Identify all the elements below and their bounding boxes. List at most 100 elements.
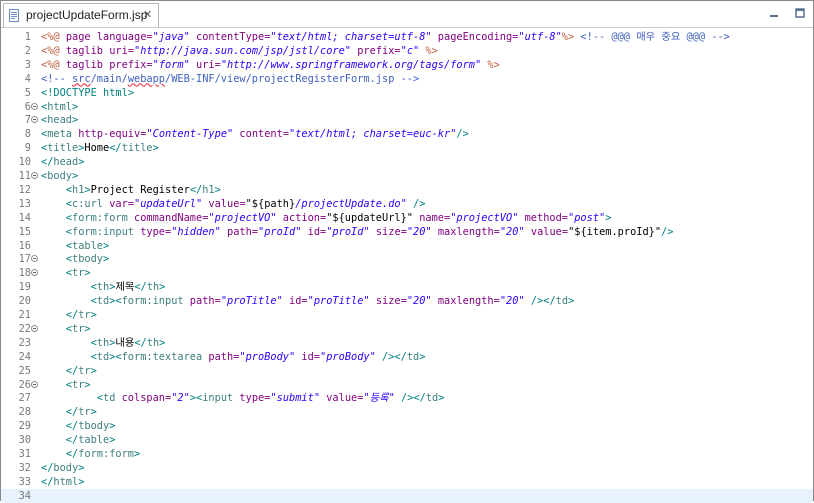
fold-toggle-icon[interactable] — [31, 116, 38, 124]
fold-toggle-icon[interactable] — [31, 324, 38, 332]
fold-toggle-icon[interactable] — [31, 102, 38, 110]
code-line[interactable]: 29 </tbody> — [1, 419, 813, 433]
code-token: < — [41, 183, 72, 196]
code-line[interactable]: 3 <%@ taglib prefix="form" uri="http://ww… — [1, 58, 813, 72]
code-line[interactable]: 28 </tr> — [1, 405, 813, 419]
code-token: Project Register — [90, 183, 190, 196]
line-number: 22 — [18, 322, 31, 335]
code-token: pageEncoding= — [431, 31, 519, 43]
code-editor[interactable]: 1 <%@ page language="java" contentType="t… — [1, 28, 813, 503]
code-line[interactable]: 5 <!DOCTYPE html> — [1, 86, 813, 100]
code-line[interactable]: 22 <tr> — [1, 322, 813, 336]
code-token: <%@ — [41, 58, 66, 71]
code-line[interactable]: 25 </tr> — [1, 364, 813, 378]
fold-toggle-icon[interactable] — [31, 255, 38, 263]
code-text: <!-- src/main/webapp/WEB-INF/view/projec… — [41, 72, 419, 86]
code-line[interactable]: 26 <tr> — [1, 378, 813, 392]
code-token: content= — [233, 128, 290, 141]
code-line[interactable]: 1 <%@ page language="java" contentType="t… — [1, 30, 813, 44]
code-line[interactable]: 11 <body> — [1, 169, 813, 183]
code-token: %> — [481, 58, 500, 71]
code-line[interactable]: 13 <c:url var="updateUrl" value="${path}… — [1, 197, 813, 211]
code-text: <tr> — [41, 266, 91, 280]
code-text: <!DOCTYPE html> — [41, 86, 134, 100]
code-line[interactable]: 16 <table> — [1, 239, 813, 253]
code-line[interactable]: 27 <td colspan="2"><input type="submit" … — [1, 391, 813, 405]
line-number: 11 — [18, 170, 31, 182]
code-token: </ — [41, 461, 54, 474]
line-number: 33 — [18, 475, 31, 488]
maximize-icon[interactable] — [793, 5, 807, 19]
code-line[interactable]: 18 <tr> — [1, 266, 813, 280]
code-line[interactable]: 9 <title>Home</title> — [1, 141, 813, 155]
code-text: <tr> — [41, 322, 91, 336]
code-line[interactable]: 24 <td><form:textarea path="proBody" id=… — [1, 350, 813, 364]
code-token: th — [146, 281, 160, 294]
code-token: > — [568, 295, 575, 308]
code-line[interactable]: 23 <th>내용</th> — [1, 336, 813, 350]
code-text: <%@ page language="java" contentType="te… — [41, 30, 730, 44]
code-token: commandName= — [127, 211, 209, 224]
line-number: 28 — [18, 406, 31, 419]
line-number: 24 — [18, 350, 31, 363]
code-token: > — [84, 267, 91, 280]
code-line[interactable]: 2 <%@ taglib uri="http://java.sun.com/jsp… — [1, 44, 813, 58]
line-number: 32 — [18, 461, 31, 474]
code-line[interactable]: 8 <meta http-equiv="Content-Type" content… — [1, 127, 813, 141]
code-line[interactable]: 7 <head> — [1, 113, 813, 127]
code-line[interactable]: 20 <td><form:input path="proTitle" id="p… — [1, 294, 813, 308]
code-token: > — [103, 239, 110, 252]
code-token: /></ — [375, 350, 407, 363]
code-token: th — [96, 336, 110, 349]
code-token: src — [72, 72, 91, 85]
code-token: <%@ — [41, 31, 66, 43]
code-line[interactable]: 12 <h1>Project Register</h1> — [1, 183, 813, 197]
jsp-file-icon — [9, 9, 19, 22]
code-token: "text/html; charset=utf-8" — [270, 31, 432, 43]
code-token: < — [41, 336, 97, 349]
code-token: th — [146, 336, 160, 349]
code-token: id= — [301, 225, 327, 238]
code-token: td — [425, 392, 439, 405]
code-token: </ — [134, 281, 147, 294]
code-token: "submit" — [270, 392, 321, 405]
fold-toggle-icon[interactable] — [31, 380, 38, 388]
code-token: </ — [41, 434, 79, 447]
code-token: path= — [183, 295, 221, 308]
fold-toggle-icon[interactable] — [31, 269, 38, 277]
minimize-icon[interactable] — [767, 5, 781, 19]
code-line[interactable]: 15 <form:input type="hidden" path="proId… — [1, 225, 813, 239]
code-text: </body> — [41, 461, 84, 475]
code-line[interactable]: 14 <form:form commandName="projectVO" ac… — [1, 211, 813, 225]
code-token: > — [78, 156, 85, 169]
code-line[interactable]: 21 </tr> — [1, 308, 813, 322]
code-line[interactable]: 31 </form:form> — [1, 447, 813, 461]
line-number: 26 — [18, 378, 31, 391]
code-token: > — [78, 475, 85, 488]
code-line[interactable]: 6 <html> — [1, 100, 813, 114]
code-token: "2" — [171, 392, 190, 405]
code-line[interactable]: 19 <th>제목</th> — [1, 280, 813, 294]
code-text: </tbody> — [41, 419, 116, 433]
close-icon[interactable]: ✕ — [143, 8, 152, 21]
code-token: value= — [524, 225, 569, 238]
code-line[interactable]: 17 <tbody> — [1, 252, 813, 266]
code-line[interactable]: 32 </body> — [1, 461, 813, 475]
line-number: 30 — [18, 434, 31, 447]
code-token: type= — [134, 225, 172, 238]
code-token: "${path} — [245, 197, 296, 210]
code-line[interactable]: 30 </table> — [1, 433, 813, 447]
code-text: </tr> — [41, 364, 97, 378]
line-number: 29 — [18, 420, 31, 433]
fold-toggle-icon[interactable] — [31, 172, 38, 179]
code-token: c:url — [72, 197, 103, 210]
tab-projectupdateform[interactable]: projectUpdateForm.jsp ✕ — [3, 3, 159, 27]
code-line[interactable]: 4 <!-- src/main/webapp/WEB-INF/view/proje… — [1, 72, 813, 86]
code-line[interactable]: 10 </head> — [1, 155, 813, 169]
code-line[interactable]: 33 </html> — [1, 475, 813, 489]
code-token: "20" — [406, 225, 432, 238]
code-token: size= — [369, 225, 407, 238]
code-token: meta — [47, 128, 73, 141]
code-text: <h1>Project Register</h1> — [41, 183, 221, 197]
code-token: Home — [84, 142, 110, 155]
